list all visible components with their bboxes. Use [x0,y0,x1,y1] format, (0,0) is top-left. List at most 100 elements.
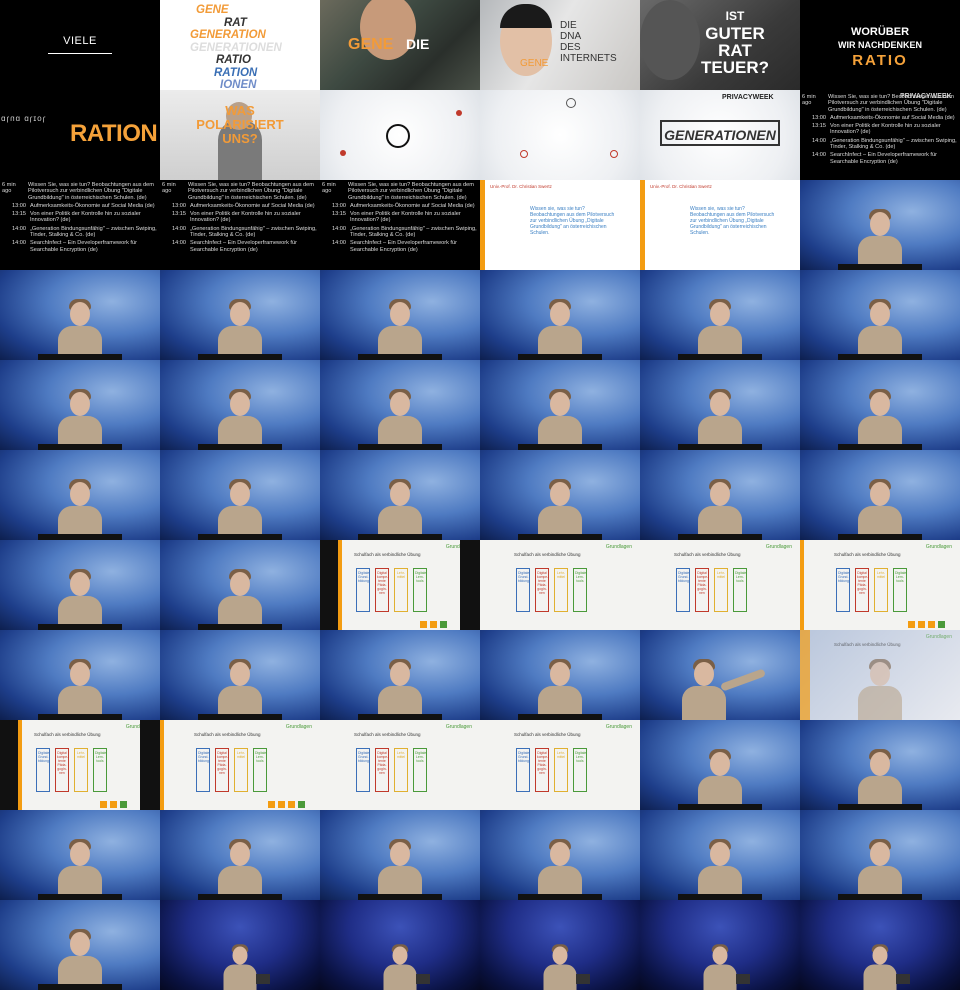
frame-stage[interactable] [640,810,800,900]
frame-stage[interactable] [320,630,480,720]
frame-stage[interactable] [800,180,960,270]
frame-stage[interactable] [640,360,800,450]
frame-wordstack[interactable]: GENE RAT GENERATION GENERATIONEN RATIO R… [160,0,320,90]
frame-stage[interactable] [480,630,640,720]
schedule-row: 6 min ago Wissen Sie, was sie tun? Beobac… [2,182,158,201]
footer-square [430,621,437,628]
slide-accent-bar [480,180,485,270]
frame-stage[interactable] [800,270,960,360]
column-box: Digitale Grund-bildung [196,748,210,792]
frame-stage[interactable] [320,450,480,540]
speaker-figure [852,206,908,270]
frame-stage-gesture[interactable] [640,630,800,720]
frame-title-slide[interactable]: Univ.-Prof. Dr. Christian Swertz Wissen … [640,180,800,270]
frame-logo[interactable] [320,90,480,180]
frame-grundlagen-slide[interactable]: Grundlagen Schulfach als verbindliche Üb… [160,720,320,810]
frame-stage[interactable] [0,540,160,630]
frame-stage[interactable] [480,360,640,450]
speaker-head [710,392,730,416]
column-box: Digitale Lern-tools [253,748,267,792]
frame-woruber[interactable]: WORÜBER WIR NACHDENKEN RATIO [800,0,960,90]
speaker-figure [692,296,748,360]
speaker-figure [692,836,748,900]
frame-stage-wide[interactable] [640,900,800,990]
line: POLARISIERT [196,117,284,132]
frame-stage[interactable] [800,810,960,900]
frame-schedule-overlay[interactable]: PRIVACYWEEK 6 min ago Wissen Sie, was sie… [800,90,960,180]
frame-grundlagen-slide[interactable]: Grundlagen Schulfach als verbindliche Üb… [320,540,480,630]
frame-stage[interactable] [0,450,160,540]
frame-stage[interactable] [160,630,320,720]
frame-stage[interactable] [640,720,800,810]
frame-stage[interactable] [640,450,800,540]
column-box: Lehr-mittel [74,748,88,792]
speaker-figure [699,942,741,990]
frame-stage[interactable] [160,360,320,450]
frame-grundlagen-slide[interactable]: Grundlagen Schulfach als verbindliche Üb… [320,720,480,810]
frame-schedule[interactable]: 6 min ago Wissen Sie, was sie tun? Beobac… [0,180,160,270]
frame-stage-wide[interactable] [480,900,640,990]
frame-stage-wide[interactable] [160,900,320,990]
frame-stage[interactable] [320,270,480,360]
frame-stage[interactable] [480,810,640,900]
frame-stage[interactable] [800,360,960,450]
column-box: Digital kompe-tente Päda-gogIn-nen [375,748,389,792]
frame-stage[interactable] [800,450,960,540]
frame-gene-die[interactable]: GENE DIE [320,0,480,90]
frame-grundlagen-slide[interactable]: Grundlagen Schulfach als verbindliche Üb… [480,540,640,630]
frame-stage[interactable] [0,270,160,360]
speaker-figure [212,566,268,630]
ratio-text: RATIO [852,52,908,69]
frame-viele[interactable]: VIELE [0,0,160,90]
frame-stage[interactable] [160,540,320,630]
frame-stage-wide[interactable] [320,900,480,990]
talk-time: 13:15 [812,123,826,130]
node-dot [610,150,618,158]
frame-stage[interactable] [640,270,800,360]
speaker-figure [692,746,748,810]
speaker-head [550,392,570,416]
frame-transition[interactable]: Grundlagen Schulfach als verbindliche Üb… [800,630,960,720]
frame-stage[interactable] [0,630,160,720]
frame-ration[interactable]: ɿoɪɿɒ ɒnɿɒ RATION [0,90,160,180]
frame-grundlagen-slide[interactable]: Grundlagen Schulfach als verbindliche Üb… [640,540,800,630]
schedule-row: 14:00 SearchInfect – Ein Developerframewo… [322,240,478,253]
frame-stage[interactable] [0,810,160,900]
frame-nodes[interactable] [480,90,640,180]
talk-title: SearchInfect – Ein Developerframework fü… [30,240,137,253]
frame-stage[interactable] [160,450,320,540]
frame-schedule[interactable]: 6 min ago Wissen Sie, was sie tun? Beobac… [160,180,320,270]
frame-stage[interactable] [800,720,960,810]
frame-stage[interactable] [320,360,480,450]
schedule-row: 13:15 Von einer Politik der Kontrolle hin… [162,211,318,224]
frame-polarisiert[interactable]: WAS POLARISIERT UNS? [160,90,320,180]
frame-dna[interactable]: DIE DNA DES INTERNETS GENE [480,0,640,90]
frame-generationen[interactable]: PRIVACYWEEK GENERATIONEN [640,90,800,180]
frame-stage[interactable] [480,450,640,540]
frame-schedule[interactable]: 6 min ago Wissen Sie, was sie tun? Beobac… [320,180,480,270]
frame-stage[interactable] [0,360,160,450]
frame-guter-rat[interactable]: IST GUTER RAT TEUER? [640,0,800,90]
slide-header: Grundlagen [445,724,472,730]
frame-grundlagen-slide[interactable]: Grundlagen Schulfach als verbindliche Üb… [800,540,960,630]
talk-title: „Generation Bindungsunfähig" – zwischen … [350,225,477,239]
frame-grundlagen-slide[interactable]: Grundlagen Schulfach als verbindliche Üb… [480,720,640,810]
frame-stage[interactable] [320,810,480,900]
frame-stage[interactable] [480,270,640,360]
frame-title-slide[interactable]: Univ.-Prof. Dr. Christian Swertz Wissen … [480,180,640,270]
frame-stage[interactable] [160,270,320,360]
node-dot [340,150,346,156]
speaker-head [870,392,890,416]
frame-stage-wide[interactable] [800,900,960,990]
frame-grundlagen-slide[interactable]: Grundlagen Schulfach als verbindliche Üb… [0,720,160,810]
wordstack: GENE RAT GENERATION GENERATIONEN RATIO R… [190,4,282,90]
speaker-head [70,482,90,506]
speaker-figure [52,836,108,900]
podium [38,984,122,990]
frame-stage[interactable] [160,810,320,900]
speaker-figure [532,476,588,540]
slide-header: Grundlagen [605,544,632,550]
frame-stage[interactable] [0,900,160,990]
line: WAS [225,103,255,118]
slide-title: Schulfach als verbindliche Übung [834,552,901,557]
